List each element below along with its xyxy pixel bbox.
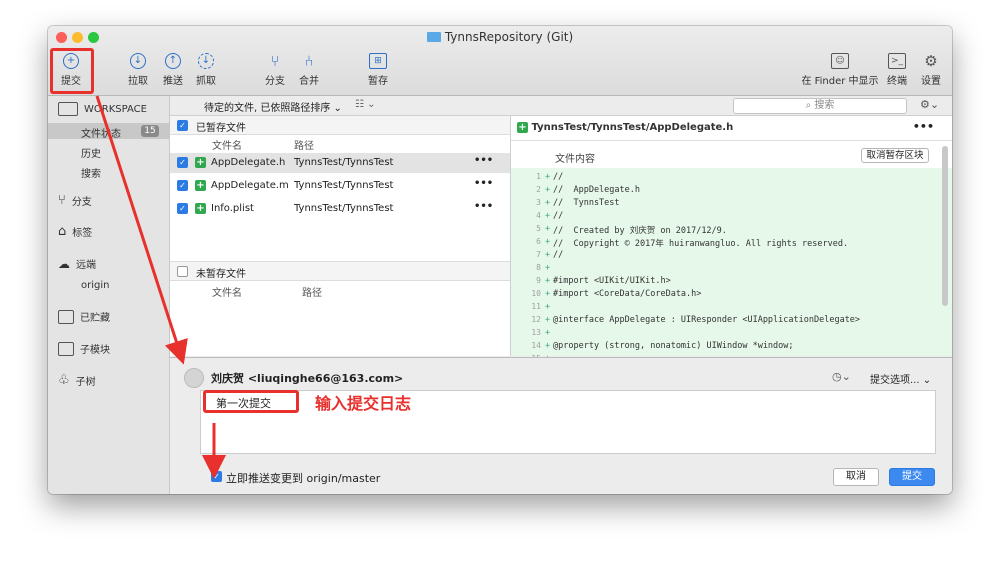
arrow-to-commit-panel (95, 95, 188, 365)
annotation-arrows (95, 95, 226, 479)
